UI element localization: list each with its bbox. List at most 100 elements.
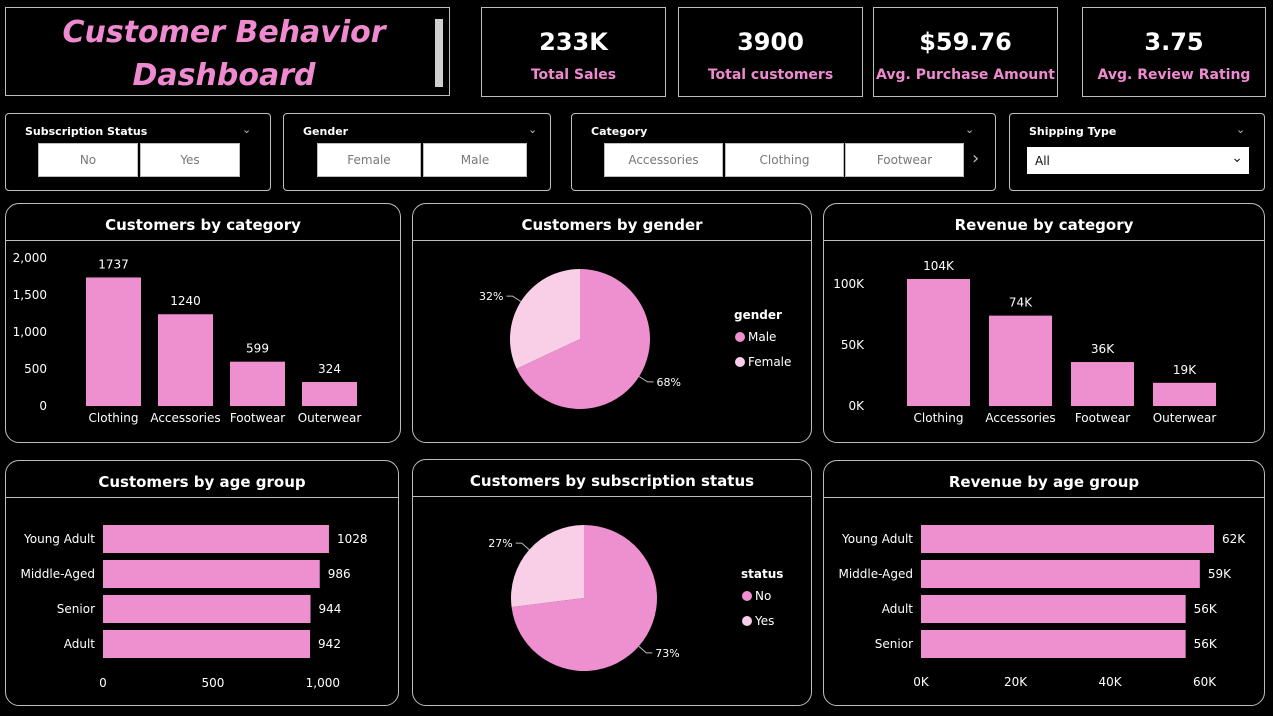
bar bbox=[1153, 382, 1216, 406]
x-tick-label: 60K bbox=[1193, 675, 1217, 689]
y-tick-label: Middle-Aged bbox=[20, 567, 95, 581]
leader-line bbox=[638, 376, 654, 383]
bar bbox=[907, 279, 970, 406]
chart-customers-by-gender: 68% 32% gender Male Female bbox=[479, 269, 791, 409]
y-tick-label: Adult bbox=[64, 637, 96, 651]
kpi-card-total-sales: 233K Total Sales bbox=[481, 7, 666, 97]
kpi-value: $59.76 bbox=[919, 28, 1012, 56]
chevron-down-icon[interactable]: ⌄ bbox=[528, 123, 537, 136]
data-label: 19K bbox=[1173, 363, 1197, 377]
dashboard-title-line-2: Dashboard bbox=[132, 58, 316, 93]
slicer-option-no[interactable]: No bbox=[38, 143, 138, 177]
pie-percent-label: 73% bbox=[655, 647, 679, 660]
data-label: 62K bbox=[1222, 532, 1246, 546]
x-tick-label: Footwear bbox=[1075, 411, 1130, 425]
bar bbox=[86, 277, 141, 406]
bar bbox=[1071, 362, 1134, 406]
x-tick-label: 0K bbox=[913, 675, 930, 689]
y-tick-label: 50K bbox=[841, 338, 865, 352]
legend-swatch bbox=[735, 357, 745, 367]
slicer-option-male[interactable]: Male bbox=[423, 143, 527, 177]
leader-line bbox=[506, 295, 522, 302]
data-label: 56K bbox=[1194, 637, 1218, 651]
bar bbox=[103, 560, 320, 588]
data-label: 1737 bbox=[98, 257, 129, 271]
chart-panel-revenue-by-category: Revenue by category 0K 50K 100K 104K Clothin… bbox=[823, 203, 1265, 443]
x-tick-label: 0 bbox=[99, 676, 107, 690]
x-tick-label: Footwear bbox=[230, 411, 285, 425]
data-label: 104K bbox=[923, 259, 955, 273]
title-scrollbar[interactable] bbox=[435, 19, 443, 87]
x-tick-label: 20K bbox=[1004, 675, 1028, 689]
x-tick-label: 500 bbox=[201, 676, 224, 690]
dropdown-selected-value: All bbox=[1035, 153, 1050, 168]
slicer-title: Subscription Status bbox=[25, 125, 148, 138]
shipping-type-dropdown[interactable]: All ⌄ bbox=[1027, 147, 1249, 174]
slicer-option-accessories[interactable]: Accessories bbox=[604, 143, 723, 177]
x-tick-label: Outerwear bbox=[1153, 411, 1217, 425]
bar bbox=[230, 361, 285, 406]
data-label: 59K bbox=[1208, 567, 1232, 581]
bar bbox=[158, 314, 213, 406]
leader-line bbox=[638, 645, 653, 654]
y-tick-label: 1,000 bbox=[13, 325, 47, 339]
data-label: 599 bbox=[246, 342, 269, 356]
chart-revenue-by-category: 0K 50K 100K 104K Clothing 74K Accessories 36K Fo… bbox=[833, 259, 1217, 425]
slicer-category: Category ⌄ Accessories Clothing Footwear… bbox=[571, 113, 996, 191]
chart-customers-by-age-group: Young Adult 1028 Middle-Aged 986 Senior 944 Ad… bbox=[20, 525, 368, 690]
legend-label: Female bbox=[748, 355, 791, 369]
slicer-option-clothing[interactable]: Clothing bbox=[725, 143, 844, 177]
bar bbox=[989, 315, 1052, 406]
legend-swatch bbox=[735, 332, 745, 342]
bar bbox=[103, 630, 311, 658]
kpi-label: Avg. Review Rating bbox=[1097, 67, 1251, 83]
slicer-title: Gender bbox=[303, 125, 349, 138]
y-tick-label: 0 bbox=[39, 399, 47, 413]
data-label: 986 bbox=[328, 567, 351, 581]
pie-percent-label: 68% bbox=[657, 376, 681, 389]
data-label: 56K bbox=[1194, 602, 1218, 616]
y-tick-label: Senior bbox=[57, 602, 95, 616]
legend-label: Yes bbox=[754, 614, 774, 628]
y-tick-label: Senior bbox=[875, 637, 913, 651]
leader-line bbox=[515, 542, 530, 551]
chart-customers-by-category: 0 500 1,000 1,500 2,000 1737 Clothing 1240 Acces… bbox=[13, 251, 362, 425]
legend-label: Male bbox=[748, 330, 776, 344]
bar bbox=[103, 595, 311, 623]
x-tick-label: Accessories bbox=[985, 411, 1055, 425]
chart-panel-customers-by-category: Customers by category 0 500 1,000 1,500 2,00… bbox=[5, 203, 401, 443]
kpi-label: Total Sales bbox=[530, 67, 617, 83]
slicer-shipping-type: Shipping Type ⌄ All ⌄ bbox=[1009, 113, 1265, 191]
chevron-down-icon[interactable]: ⌄ bbox=[965, 123, 974, 136]
chart-panel-customers-by-subscription-status: Customers by subscription status 73% 27% s… bbox=[412, 459, 812, 706]
chevron-right-icon[interactable]: › bbox=[972, 148, 979, 169]
y-tick-label: 100K bbox=[833, 277, 865, 291]
pie-percent-label: 32% bbox=[479, 290, 503, 303]
x-tick-label: Clothing bbox=[914, 411, 964, 425]
bar bbox=[921, 630, 1186, 658]
slicer-option-yes[interactable]: Yes bbox=[140, 143, 240, 177]
legend-label: No bbox=[755, 589, 771, 603]
chart-panel-customers-by-gender: Customers by gender 68% 32% gender Male Fema… bbox=[412, 203, 812, 443]
dashboard-title: Customer Behavior Dashboard bbox=[6, 11, 442, 97]
y-tick-label: 0K bbox=[848, 399, 865, 413]
dashboard-title-card: Customer Behavior Dashboard bbox=[5, 7, 450, 96]
dashboard-title-line-1: Customer Behavior bbox=[62, 15, 386, 50]
y-tick-label: 2,000 bbox=[13, 251, 47, 265]
bar bbox=[921, 525, 1214, 553]
x-tick-label: Outerwear bbox=[298, 411, 362, 425]
chart-revenue-by-age-group: Young Adult 62K Middle-Aged 59K Adult 56K Seni… bbox=[838, 525, 1246, 689]
chevron-down-icon[interactable]: ⌄ bbox=[242, 123, 251, 136]
x-tick-label: Accessories bbox=[150, 411, 220, 425]
data-label: 1028 bbox=[337, 532, 368, 546]
slicer-subscription-status: Subscription Status ⌄ No Yes bbox=[5, 113, 271, 191]
bar bbox=[302, 382, 357, 406]
slicer-option-footwear[interactable]: Footwear bbox=[845, 143, 964, 177]
kpi-card-avg-purchase-amount: $59.76 Avg. Purchase Amount bbox=[873, 7, 1058, 97]
chevron-down-icon[interactable]: ⌄ bbox=[1236, 123, 1245, 136]
data-label: 324 bbox=[318, 362, 341, 376]
kpi-card-total-customers: 3900 Total customers bbox=[678, 7, 863, 97]
y-tick-label: 500 bbox=[24, 362, 47, 376]
slicer-option-female[interactable]: Female bbox=[317, 143, 421, 177]
pie-slice bbox=[511, 525, 584, 608]
